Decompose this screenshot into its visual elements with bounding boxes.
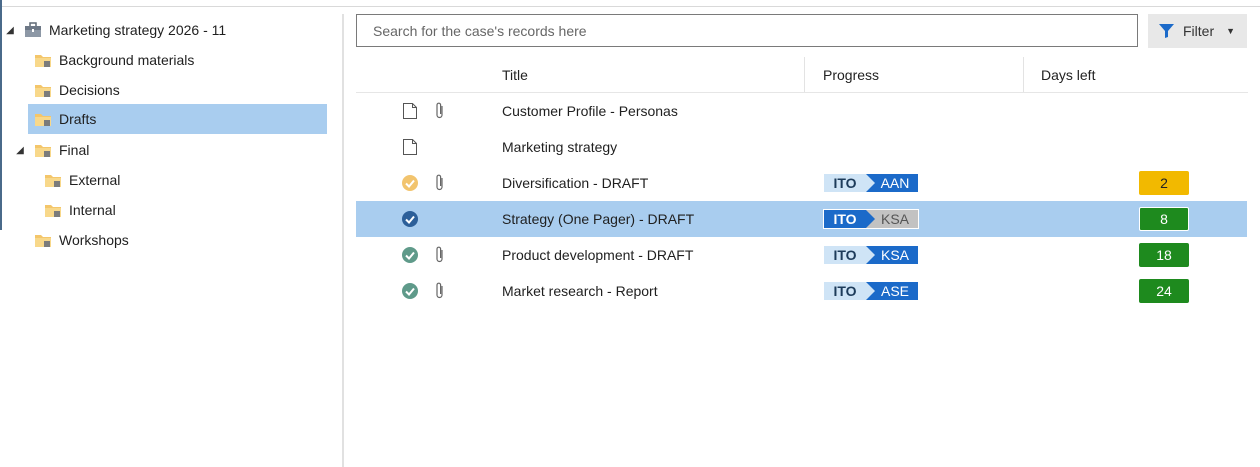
days-left-cell: 2 [1139, 165, 1189, 201]
collapse-arrow-icon[interactable]: ◢ [4, 25, 16, 36]
record-title[interactable]: Strategy (One Pager) - DRAFT [502, 201, 694, 237]
progress-step-from: ITO [824, 174, 875, 192]
folder-icon [35, 145, 51, 157]
collapse-arrow-icon[interactable]: ◢ [14, 145, 26, 156]
column-header-days-left[interactable]: Days left [1041, 57, 1095, 93]
tree-item-label: Drafts [59, 111, 97, 127]
record-title[interactable]: Customer Profile - Personas [502, 93, 678, 129]
tree-item-label: Final [59, 142, 90, 158]
table-row[interactable]: Product development - DRAFT ITO KSA 18 [356, 237, 1247, 273]
chevron-down-icon: ▼ [1226, 26, 1236, 36]
done-check-icon [401, 237, 419, 273]
paperclip-icon [434, 93, 446, 129]
tree-item-background-materials[interactable]: Background materials [28, 45, 327, 75]
progress-indicator: ITO AAN [823, 165, 919, 201]
days-left-badge: 2 [1139, 171, 1189, 195]
top-border [0, 6, 1260, 7]
progress-indicator: ITO KSA [823, 201, 919, 237]
progress-indicator: ITO KSA [823, 237, 919, 273]
column-header-label: Days left [1041, 67, 1096, 83]
record-title[interactable]: Market research - Report [502, 273, 658, 309]
tree-item-label: Background materials [59, 52, 195, 68]
folder-icon [35, 235, 51, 247]
tree-root-label: Marketing strategy 2026 - 11 [49, 22, 227, 38]
tree-item-label: Decisions [59, 82, 120, 98]
folder-icon [35, 85, 51, 97]
folder-icon [45, 205, 61, 217]
table-row[interactable]: Marketing strategy [356, 129, 1247, 165]
tree-item-label: External [69, 172, 121, 188]
record-title[interactable]: Diversification - DRAFT [502, 165, 648, 201]
document-icon [402, 93, 418, 129]
table-row[interactable]: Customer Profile - Personas [356, 93, 1247, 129]
column-divider[interactable] [1023, 57, 1024, 93]
progress-step-from: ITO [824, 282, 875, 300]
filter-button[interactable]: Filter ▼ [1148, 14, 1247, 48]
document-icon [402, 129, 418, 165]
folder-icon [35, 55, 51, 67]
column-header-progress[interactable]: Progress [823, 57, 879, 93]
tree-item-internal[interactable]: Internal [38, 195, 327, 225]
tree-item-decisions[interactable]: Decisions [28, 75, 327, 105]
tree-item-external[interactable]: External [38, 165, 327, 195]
paperclip-icon [434, 237, 446, 273]
tree-root-node[interactable]: ◢ Marketing strategy 2026 - 11 [0, 15, 340, 45]
column-header-label: Progress [823, 67, 880, 83]
table-row[interactable]: Market research - Report ITO ASE 24 [356, 273, 1247, 309]
column-divider[interactable] [804, 57, 805, 93]
table-row-selected[interactable]: Strategy (One Pager) - DRAFT ITO KSA 8 [356, 201, 1247, 237]
tree-item-drafts[interactable]: Drafts [28, 104, 327, 134]
record-title[interactable]: Product development - DRAFT [502, 237, 693, 273]
progress-step-from: ITO [824, 246, 875, 264]
pending-check-icon [401, 165, 419, 201]
folder-icon [35, 114, 51, 126]
days-left-cell: 18 [1139, 237, 1189, 273]
filter-label: Filter [1183, 23, 1215, 39]
progress-indicator: ITO ASE [823, 273, 919, 309]
case-briefcase-icon [25, 22, 41, 37]
days-left-cell: 24 [1139, 273, 1189, 309]
paperclip-icon [434, 165, 446, 201]
pane-splitter[interactable] [342, 14, 344, 467]
tree-item-workshops[interactable]: Workshops [28, 225, 327, 255]
tree-item-label: Workshops [59, 232, 129, 248]
column-header-title[interactable]: Title [502, 57, 528, 93]
tree-item-final[interactable]: ◢ Final [0, 135, 327, 165]
search-input[interactable] [356, 14, 1138, 47]
days-left-badge: 18 [1139, 243, 1189, 267]
progress-step-from: ITO [824, 210, 875, 228]
days-left-cell: 8 [1139, 201, 1189, 237]
table-row[interactable]: Diversification - DRAFT ITO AAN 2 [356, 165, 1247, 201]
done-check-icon [401, 273, 419, 309]
column-header-label: Title [502, 67, 528, 83]
done-check-icon [401, 201, 419, 237]
record-title[interactable]: Marketing strategy [502, 129, 617, 165]
days-left-badge: 24 [1139, 279, 1189, 303]
tree-item-label: Internal [69, 202, 116, 218]
paperclip-icon [434, 273, 446, 309]
folder-icon [45, 175, 61, 187]
funnel-icon [1159, 24, 1174, 38]
days-left-badge: 8 [1139, 207, 1189, 231]
